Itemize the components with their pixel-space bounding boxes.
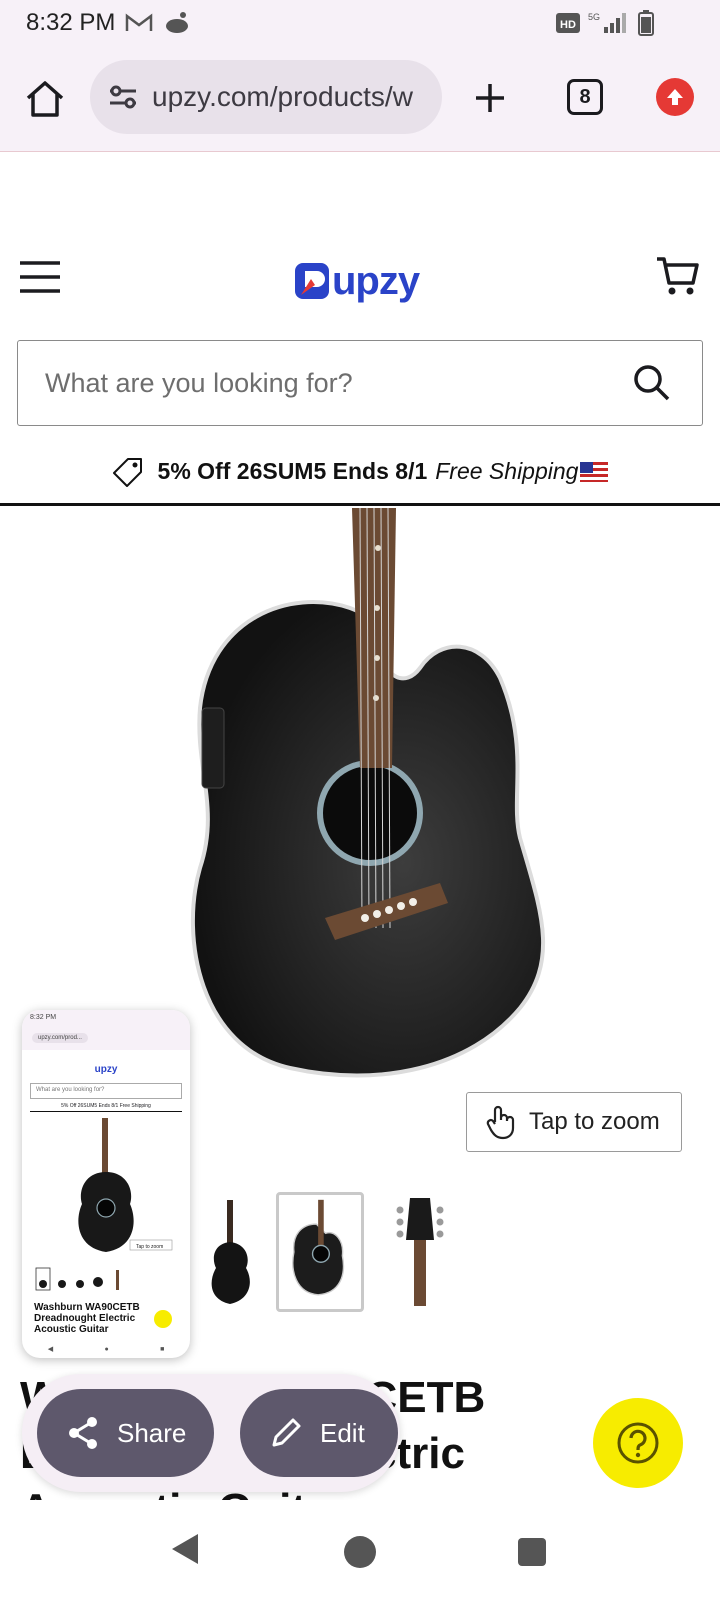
site-header: upzy: [0, 215, 720, 335]
tag-icon: [112, 457, 142, 487]
preview-search: What are you looking for?: [30, 1083, 182, 1099]
pencil-icon: [272, 1418, 301, 1447]
tap-to-zoom-button[interactable]: Tap to zoom: [466, 1092, 682, 1152]
plus-icon: [476, 84, 504, 112]
tab-switcher-button[interactable]: 8: [567, 79, 603, 115]
free-shipping-text: Free Shipping: [435, 458, 579, 484]
menu-button[interactable]: [18, 259, 62, 295]
home-icon: [26, 81, 64, 117]
reddit-icon: [166, 12, 189, 33]
edit-button[interactable]: Edit: [240, 1389, 398, 1477]
preview-guitar-image: Tap to zoom: [78, 1118, 173, 1252]
edit-label: Edit: [320, 1417, 365, 1448]
thumbnail-body-closeup[interactable]: [276, 1192, 364, 1312]
preview-logo: upzy: [94, 1064, 118, 1075]
hamburger-icon: [20, 261, 60, 293]
promo-banner[interactable]: 5% Off 26SUM5 Ends 8/1 Free Shipping: [0, 440, 720, 506]
gmail-icon: [126, 13, 153, 31]
home-nav-icon[interactable]: [344, 1536, 376, 1568]
preview-nav: ◀ ● ■: [47, 1345, 165, 1354]
status-time: 8:32 PM: [26, 9, 116, 36]
svg-text:Tap to zoom: Tap to zoom: [136, 1244, 163, 1250]
search-icon[interactable]: [632, 363, 672, 403]
preview-help-icon: [154, 1310, 172, 1328]
help-button[interactable]: [593, 1398, 683, 1488]
home-button[interactable]: [22, 76, 68, 122]
new-tab-button[interactable]: [470, 78, 510, 118]
site-settings-icon[interactable]: [108, 84, 138, 110]
thumbnail-headstock[interactable]: [376, 1192, 464, 1312]
status-bar: 8:32 PM HD 5G: [0, 0, 720, 46]
hd-icon: HD: [556, 13, 580, 33]
svg-text:5G: 5G: [588, 12, 600, 22]
promo-code-text: 5% Off 26SUM5 Ends 8/1: [157, 458, 428, 484]
system-nav-bar: [0, 1500, 720, 1600]
product-image[interactable]: [140, 508, 580, 1098]
arrow-up-icon: [667, 89, 683, 105]
preview-promo: 5% Off 26SUM5 Ends 8/1 Free Shipping: [30, 1103, 182, 1112]
us-flag-icon: [580, 461, 609, 482]
share-button[interactable]: Share: [37, 1389, 214, 1477]
preview-title: Washburn WA90CETB Dreadnought Electric A…: [34, 1302, 140, 1335]
browser-toolbar: upzy.com/products/w 8: [0, 46, 720, 152]
cart-icon: [657, 257, 699, 295]
preview-url: upzy.com/prod...: [32, 1033, 88, 1043]
preview-status: 8:32 PM: [22, 1010, 190, 1026]
recents-icon[interactable]: [518, 1538, 546, 1566]
back-icon[interactable]: [170, 1532, 200, 1566]
battery-icon: [638, 10, 654, 36]
search-placeholder: What are you looking for?: [45, 367, 353, 398]
update-button[interactable]: [656, 78, 694, 116]
zoom-label: Tap to zoom: [529, 1108, 660, 1135]
hand-pointer-icon: [486, 1105, 515, 1140]
share-icon: [69, 1417, 97, 1449]
search-input[interactable]: What are you looking for?: [17, 340, 703, 426]
screenshot-preview[interactable]: 8:32 PM upzy.com/prod... upzy What are y…: [22, 1010, 190, 1358]
address-bar[interactable]: upzy.com/products/w: [90, 60, 442, 134]
cart-button[interactable]: [655, 253, 701, 299]
question-circle-icon: [617, 1422, 659, 1464]
share-label: Share: [117, 1417, 187, 1448]
preview-thumbnails: [35, 1267, 119, 1291]
screenshot-actions: Share Edit: [22, 1374, 400, 1492]
logo-text: upzy: [332, 258, 420, 303]
upzy-logo[interactable]: upzy: [295, 258, 420, 303]
logo-mark-icon: [295, 263, 329, 299]
svg-text:HD: HD: [560, 19, 576, 31]
signal-icon: 5G: [588, 12, 626, 33]
thumbnail-back-view[interactable]: [188, 1192, 276, 1312]
url-text: upzy.com/products/w: [152, 81, 413, 112]
